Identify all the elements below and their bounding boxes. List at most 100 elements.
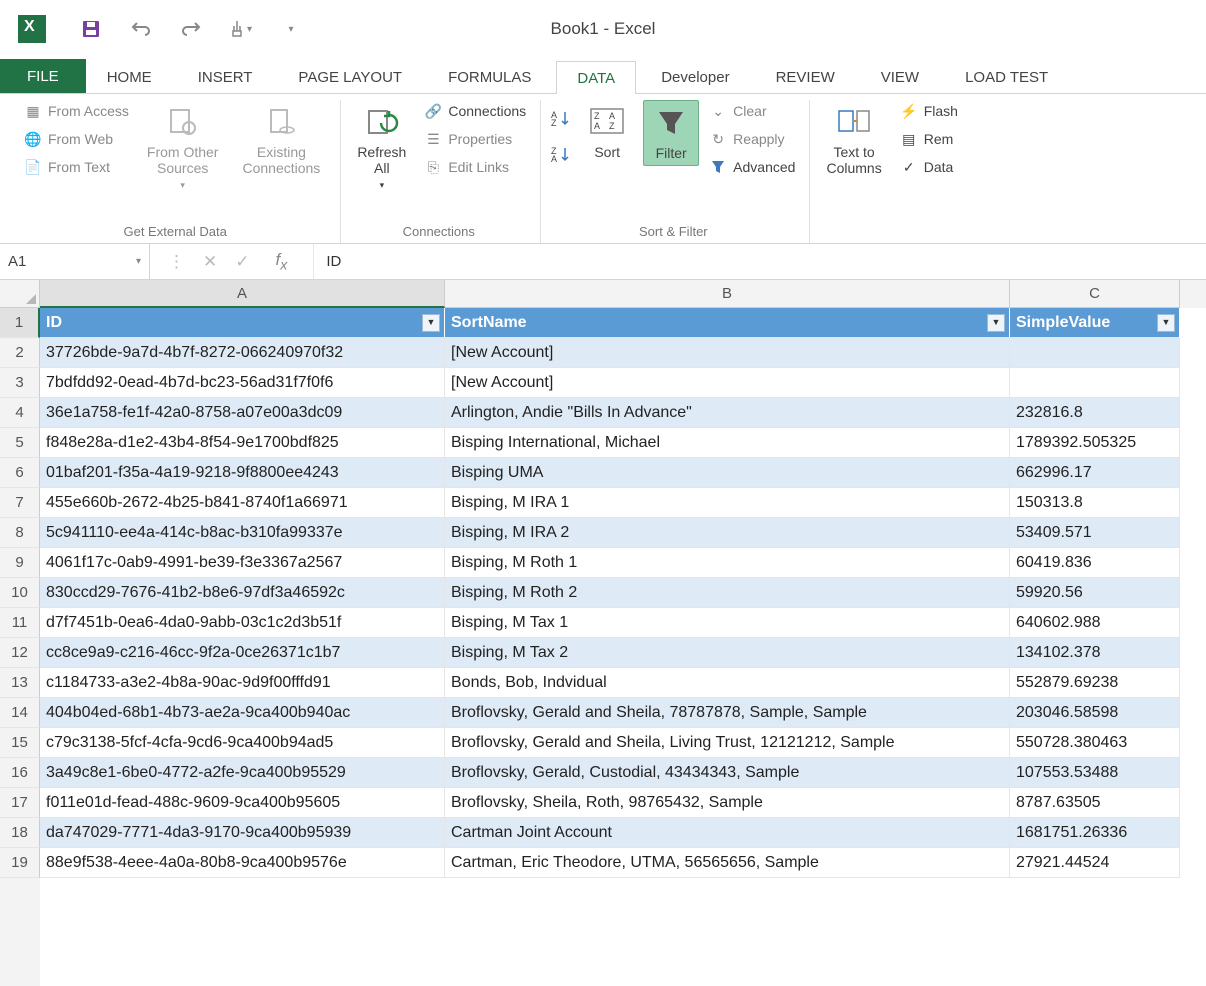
select-all-corner[interactable]	[0, 280, 40, 308]
from-other-sources-button[interactable]: From Other Sources▾	[139, 100, 227, 195]
row-header[interactable]: 18	[0, 818, 40, 848]
from-web-button[interactable]: 🌐From Web	[22, 128, 131, 150]
row-header[interactable]: 5	[0, 428, 40, 458]
row-header[interactable]: 11	[0, 608, 40, 638]
row-header[interactable]: 7	[0, 488, 40, 518]
table-cell[interactable]: 36e1a758-fe1f-42a0-8758-a07e00a3dc09	[40, 398, 445, 428]
table-cell[interactable]: 60419.836	[1010, 548, 1180, 578]
table-cell[interactable]: 830ccd29-7676-41b2-b8e6-97df3a46592c	[40, 578, 445, 608]
customize-qat-icon[interactable]: ▾	[280, 18, 302, 40]
refresh-all-button[interactable]: Refresh All▾	[349, 100, 414, 195]
table-cell[interactable]: 134102.378	[1010, 638, 1180, 668]
table-cell[interactable]: c1184733-a3e2-4b8a-90ac-9d9f00fffd91	[40, 668, 445, 698]
table-cell[interactable]: 8787.63505	[1010, 788, 1180, 818]
row-header[interactable]: 9	[0, 548, 40, 578]
table-cell[interactable]: Bisping, M Roth 2	[445, 578, 1010, 608]
table-cell[interactable]: Bisping International, Michael	[445, 428, 1010, 458]
table-cell[interactable]: d7f7451b-0ea6-4da0-9abb-03c1c2d3b51f	[40, 608, 445, 638]
table-cell[interactable]: 1681751.26336	[1010, 818, 1180, 848]
table-cell[interactable]: 203046.58598	[1010, 698, 1180, 728]
table-cell[interactable]: Bisping, M IRA 2	[445, 518, 1010, 548]
row-header[interactable]: 19	[0, 848, 40, 878]
existing-connections-button[interactable]: Existing Connections	[234, 100, 328, 180]
tab-load-test[interactable]: LOAD TEST	[944, 60, 1069, 93]
fx-confirm-icon[interactable]: ✓	[235, 252, 249, 272]
row-header[interactable]: 15	[0, 728, 40, 758]
table-cell[interactable]: 27921.44524	[1010, 848, 1180, 878]
row-header[interactable]: 4	[0, 398, 40, 428]
table-cell[interactable]: Broflovsky, Gerald, Custodial, 43434343,…	[445, 758, 1010, 788]
text-to-columns-button[interactable]: Text to Columns	[818, 100, 889, 180]
remove-dup-button[interactable]: ▤Rem	[898, 128, 960, 150]
table-cell[interactable]: Bisping UMA	[445, 458, 1010, 488]
flash-fill-button[interactable]: ⚡Flash	[898, 100, 960, 122]
table-cell[interactable]: Broflovsky, Gerald and Sheila, 78787878,…	[445, 698, 1010, 728]
tab-review[interactable]: REVIEW	[755, 60, 856, 93]
table-cell[interactable]: 7bdfdd92-0ead-4b7d-bc23-56ad31f7f0f6	[40, 368, 445, 398]
row-header[interactable]: 14	[0, 698, 40, 728]
table-cell[interactable]: 59920.56	[1010, 578, 1180, 608]
table-cell[interactable]: 01baf201-f35a-4a19-9218-9f8800ee4243	[40, 458, 445, 488]
table-cell[interactable]: Cartman Joint Account	[445, 818, 1010, 848]
tab-view[interactable]: VIEW	[860, 60, 940, 93]
filter-button[interactable]: Filter	[643, 100, 699, 166]
table-cell[interactable]: 150313.8	[1010, 488, 1180, 518]
table-cell[interactable]: 3a49c8e1-6be0-4772-a2fe-9ca400b95529	[40, 758, 445, 788]
table-cell[interactable]: c79c3138-5fcf-4cfa-9cd6-9ca400b94ad5	[40, 728, 445, 758]
table-cell[interactable]: Bisping, M Tax 1	[445, 608, 1010, 638]
clear-button[interactable]: ⌄Clear	[707, 100, 797, 122]
table-cell[interactable]: 404b04ed-68b1-4b73-ae2a-9ca400b940ac	[40, 698, 445, 728]
name-box[interactable]: A1 ▾	[0, 244, 150, 279]
table-cell[interactable]: 53409.571	[1010, 518, 1180, 548]
filter-dropdown-icon[interactable]: ▼	[987, 314, 1005, 332]
filter-dropdown-icon[interactable]: ▼	[1157, 314, 1175, 332]
table-header-cell[interactable]: SortName▼	[445, 308, 1010, 338]
table-header-cell[interactable]: ID▼	[40, 308, 445, 338]
from-access-button[interactable]: ▦From Access	[22, 100, 131, 122]
edit-links-button[interactable]: ⎘Edit Links	[422, 156, 528, 178]
table-cell[interactable]: Arlington, Andie "Bills In Advance"	[445, 398, 1010, 428]
table-cell[interactable]: Broflovsky, Gerald and Sheila, Living Tr…	[445, 728, 1010, 758]
table-cell[interactable]	[1010, 368, 1180, 398]
advanced-button[interactable]: Advanced	[707, 156, 797, 178]
cells-area[interactable]: ID▼SortName▼SimpleValue▼37726bde-9a7d-4b…	[40, 308, 1206, 986]
tab-developer[interactable]: Developer	[640, 60, 750, 93]
row-header[interactable]: 3	[0, 368, 40, 398]
row-header[interactable]: 2	[0, 338, 40, 368]
table-cell[interactable]: [New Account]	[445, 338, 1010, 368]
table-cell[interactable]: 4061f17c-0ab9-4991-be39-f3e3367a2567	[40, 548, 445, 578]
table-cell[interactable]: 550728.380463	[1010, 728, 1180, 758]
tab-insert[interactable]: INSERT	[177, 60, 274, 93]
table-cell[interactable]: 88e9f538-4eee-4a0a-80b8-9ca400b9576e	[40, 848, 445, 878]
row-header[interactable]: 6	[0, 458, 40, 488]
row-header[interactable]: 17	[0, 788, 40, 818]
table-cell[interactable]: f011e01d-fead-488c-9609-9ca400b95605	[40, 788, 445, 818]
redo-icon[interactable]	[180, 18, 202, 40]
fx-icon[interactable]: fx	[268, 250, 296, 273]
table-cell[interactable]: 5c941110-ee4a-414c-b8ac-b310fa99337e	[40, 518, 445, 548]
table-cell[interactable]: 662996.17	[1010, 458, 1180, 488]
table-cell[interactable]: 232816.8	[1010, 398, 1180, 428]
table-cell[interactable]: 552879.69238	[1010, 668, 1180, 698]
column-header-B[interactable]: B	[445, 280, 1010, 308]
sort-desc-button[interactable]: ZA	[549, 144, 571, 166]
table-cell[interactable]: Cartman, Eric Theodore, UTMA, 56565656, …	[445, 848, 1010, 878]
row-header[interactable]: 8	[0, 518, 40, 548]
column-header-C[interactable]: C	[1010, 280, 1180, 308]
table-cell[interactable]: 455e660b-2672-4b25-b841-8740f1a66971	[40, 488, 445, 518]
table-cell[interactable]: 107553.53488	[1010, 758, 1180, 788]
row-header[interactable]: 12	[0, 638, 40, 668]
table-cell[interactable]	[1010, 338, 1180, 368]
formula-input[interactable]: ID	[314, 253, 1206, 270]
row-header[interactable]: 16	[0, 758, 40, 788]
data-validation-button[interactable]: ✓Data	[898, 156, 960, 178]
undo-icon[interactable]	[130, 18, 152, 40]
sort-asc-button[interactable]: AZ	[549, 108, 571, 130]
row-header[interactable]: 10	[0, 578, 40, 608]
table-header-cell[interactable]: SimpleValue▼	[1010, 308, 1180, 338]
tab-formulas[interactable]: FORMULAS	[427, 60, 552, 93]
tab-file[interactable]: FILE	[0, 59, 86, 93]
save-icon[interactable]	[80, 18, 102, 40]
table-cell[interactable]: Bisping, M IRA 1	[445, 488, 1010, 518]
table-cell[interactable]: 640602.988	[1010, 608, 1180, 638]
